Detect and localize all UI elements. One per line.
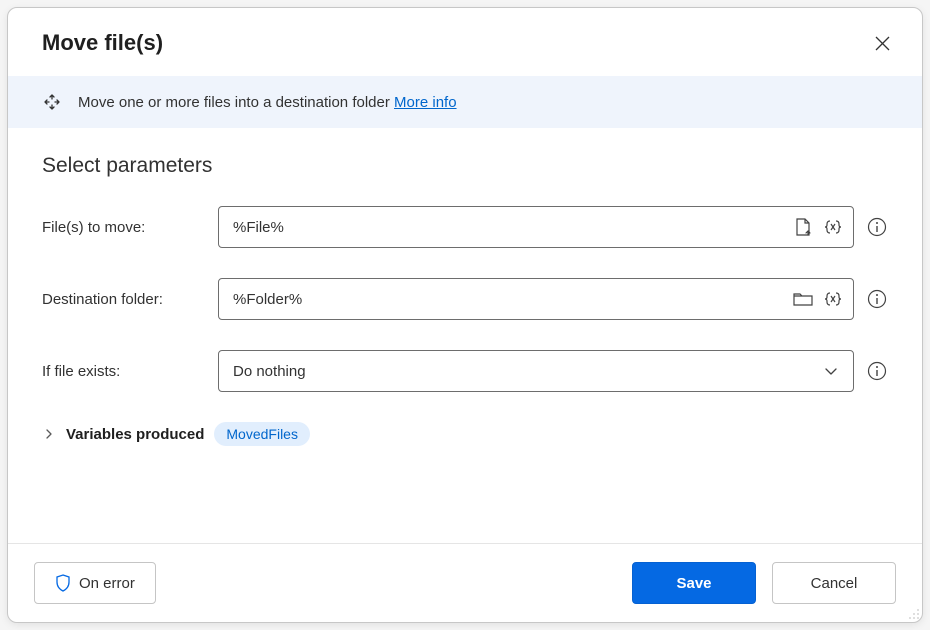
variable-icon: [823, 217, 843, 237]
variables-expand-toggle[interactable]: [42, 428, 56, 440]
files-to-move-label: File(s) to move:: [42, 219, 206, 236]
files-to-move-input-wrap: [218, 206, 854, 248]
dialog-content: Select parameters File(s) to move: De: [8, 128, 922, 543]
destination-folder-input[interactable]: [218, 278, 854, 320]
variables-produced-label: Variables produced: [66, 426, 204, 443]
dialog-footer: On error Save Cancel: [8, 543, 922, 622]
banner-text: Move one or more files into a destinatio…: [78, 94, 394, 111]
if-file-exists-value: Do nothing: [233, 363, 306, 380]
files-input-icons: [792, 216, 844, 238]
info-icon: [867, 217, 887, 237]
save-button[interactable]: Save: [632, 562, 756, 604]
banner-text-row: Move one or more files into a destinatio…: [78, 94, 457, 111]
variable-badge-movedfiles[interactable]: MovedFiles: [214, 422, 310, 446]
cancel-label: Cancel: [811, 575, 858, 592]
shield-icon: [55, 574, 71, 592]
folder-picker-button[interactable]: [792, 288, 814, 310]
variable-picker-button[interactable]: [822, 216, 844, 238]
if-file-exists-select-wrap: Do nothing: [218, 350, 854, 392]
resize-grip-icon[interactable]: [906, 606, 920, 620]
destination-input-icons: [792, 288, 844, 310]
close-button[interactable]: [870, 31, 894, 55]
variable-icon: [823, 289, 843, 309]
move-files-dialog: Move file(s) Move one or more files into…: [7, 7, 923, 623]
footer-actions: Save Cancel: [632, 562, 896, 604]
chevron-down-icon: [823, 363, 839, 379]
variable-picker-button-2[interactable]: [822, 288, 844, 310]
move-icon: [42, 92, 62, 112]
close-icon: [875, 36, 890, 51]
files-info-button[interactable]: [866, 216, 888, 238]
cancel-button[interactable]: Cancel: [772, 562, 896, 604]
variables-produced-row: Variables produced MovedFiles: [42, 422, 888, 446]
files-to-move-input[interactable]: [218, 206, 854, 248]
destination-info-button[interactable]: [866, 288, 888, 310]
if-file-exists-row: If file exists: Do nothing: [42, 350, 888, 392]
on-error-button[interactable]: On error: [34, 562, 156, 604]
dialog-header: Move file(s): [8, 8, 922, 76]
destination-folder-label: Destination folder:: [42, 291, 206, 308]
dialog-title: Move file(s): [42, 30, 163, 56]
if-file-exists-select[interactable]: Do nothing: [218, 350, 854, 392]
ifexists-info-button[interactable]: [866, 360, 888, 382]
file-picker-button[interactable]: [792, 216, 814, 238]
files-to-move-row: File(s) to move:: [42, 206, 888, 248]
save-label: Save: [676, 575, 711, 592]
folder-icon: [792, 290, 814, 308]
if-file-exists-label: If file exists:: [42, 363, 206, 380]
file-picker-icon: [794, 217, 812, 237]
on-error-label: On error: [79, 575, 135, 592]
info-icon: [867, 361, 887, 381]
info-banner: Move one or more files into a destinatio…: [8, 76, 922, 128]
info-icon: [867, 289, 887, 309]
destination-folder-row: Destination folder:: [42, 278, 888, 320]
section-title: Select parameters: [42, 154, 888, 178]
more-info-link[interactable]: More info: [394, 94, 457, 111]
chevron-right-icon: [44, 428, 54, 440]
destination-folder-input-wrap: [218, 278, 854, 320]
